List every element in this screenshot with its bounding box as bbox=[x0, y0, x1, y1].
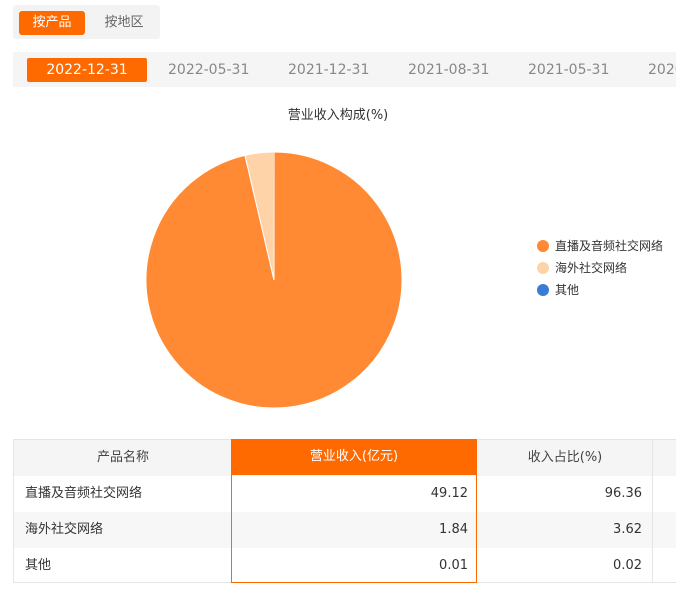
chart-legend: 直播及音频社交网络 海外社交网络 其他 bbox=[537, 235, 663, 301]
header-share: 收入占比(%) bbox=[527, 450, 603, 465]
header-product-name: 产品名称 bbox=[96, 450, 149, 465]
table-row: 直播及音频社交网络 49.12 96.36 bbox=[14, 476, 676, 512]
header-extra bbox=[652, 440, 676, 476]
revenue-cell: 1.84 bbox=[439, 522, 468, 537]
table-row: 海外社交网络 1.84 3.62 bbox=[14, 512, 676, 548]
legend-label: 海外社交网络 bbox=[555, 261, 628, 275]
product-name-cell: 直播及音频社交网络 bbox=[25, 486, 143, 501]
pie-chart bbox=[145, 151, 403, 409]
legend-item[interactable]: 海外社交网络 bbox=[537, 257, 663, 279]
product-name-cell: 海外社交网络 bbox=[25, 522, 104, 537]
product-name-cell: 其他 bbox=[25, 558, 52, 573]
legend-dot bbox=[537, 240, 549, 252]
legend-label: 直播及音频社交网络 bbox=[555, 239, 664, 253]
extra-cell bbox=[652, 476, 676, 512]
share-cell: 3.62 bbox=[613, 522, 642, 537]
share-cell: 96.36 bbox=[604, 486, 642, 501]
table-row: 其他 0.01 0.02 bbox=[14, 548, 676, 582]
legend-dot bbox=[537, 284, 549, 296]
share-cell: 0.02 bbox=[613, 558, 642, 573]
revenue-cell: 49.12 bbox=[430, 486, 468, 501]
extra-cell bbox=[652, 512, 676, 548]
revenue-cell: 0.01 bbox=[439, 558, 468, 573]
legend-dot bbox=[537, 262, 549, 274]
legend-item[interactable]: 其他 bbox=[537, 279, 663, 301]
legend-item[interactable]: 直播及音频社交网络 bbox=[537, 235, 663, 257]
extra-cell bbox=[652, 548, 676, 582]
header-revenue[interactable]: 营业收入(亿元) bbox=[231, 439, 477, 475]
legend-label: 其他 bbox=[555, 283, 580, 297]
